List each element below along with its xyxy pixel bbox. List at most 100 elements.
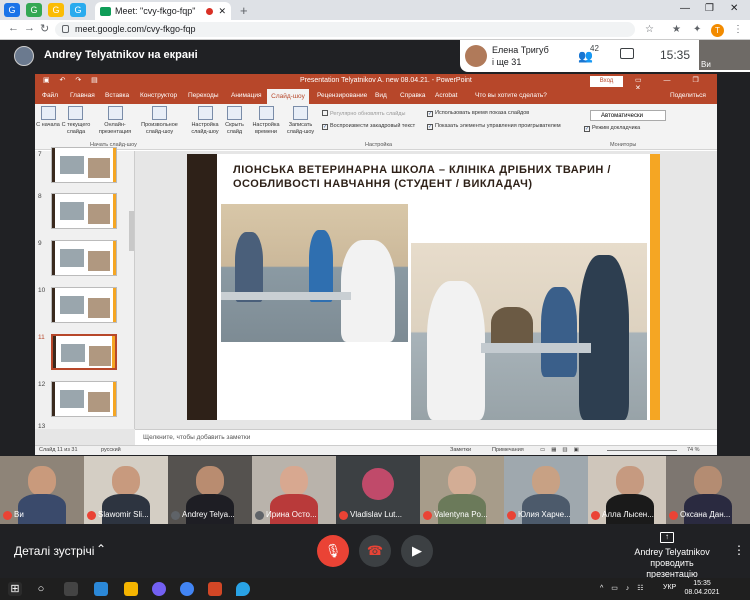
tab-acrobat[interactable]: Acrobat bbox=[435, 92, 457, 99]
search-icon[interactable]: ○ bbox=[34, 582, 48, 596]
tab-review[interactable]: Рецензирование bbox=[317, 92, 367, 99]
thumbs-scrollbar[interactable] bbox=[129, 211, 134, 251]
camera-toggle-button[interactable]: ▶ bbox=[401, 535, 433, 567]
zoom-level[interactable]: 74 % bbox=[687, 447, 700, 453]
participant-tile[interactable]: Slawomir Sli... bbox=[84, 456, 168, 524]
chrome-icon[interactable] bbox=[180, 582, 194, 596]
custom-show-icon[interactable] bbox=[152, 106, 167, 120]
tab-design[interactable]: Конструктор bbox=[140, 92, 177, 99]
tab-view[interactable]: Вид bbox=[375, 92, 387, 99]
chk-play-narrations[interactable]: ✓ Воспроизвести закадровый текст bbox=[322, 123, 415, 130]
more-options-icon[interactable]: ⋮ bbox=[733, 543, 745, 557]
profile-avatar[interactable]: T bbox=[711, 24, 724, 37]
record-icon[interactable] bbox=[293, 106, 308, 120]
powerpoint-icon[interactable] bbox=[208, 582, 222, 596]
notes-toggle[interactable]: Заметки bbox=[450, 447, 471, 453]
back-icon[interactable]: ← bbox=[8, 22, 19, 34]
url-input[interactable]: meet.google.com/cvy-fkgo-fqp bbox=[55, 22, 635, 37]
participant-tile[interactable]: Vladislav Lut... bbox=[336, 456, 420, 524]
chk-update-links[interactable]: Регулярно обновлять слайды bbox=[322, 110, 405, 117]
zoom-slider[interactable] bbox=[607, 450, 677, 451]
rehearse-icon[interactable] bbox=[259, 106, 274, 120]
setup-show-button[interactable]: Настройка слайд-шоу bbox=[189, 122, 221, 136]
mic-toggle-button[interactable]: 🎙 bbox=[317, 535, 349, 567]
online-present-button[interactable]: Онлайн-презентация bbox=[95, 122, 135, 136]
presenter-status[interactable]: Andrey Telyatnikov проводить презентацію bbox=[624, 547, 720, 580]
menu-icon[interactable]: ⋮ bbox=[733, 24, 743, 35]
slide-thumb-8[interactable] bbox=[51, 193, 117, 229]
close-tab-icon[interactable]: ✕ bbox=[218, 6, 226, 17]
from-start-icon[interactable] bbox=[41, 106, 56, 120]
from-start-button[interactable]: С начала bbox=[35, 122, 61, 129]
viber-icon[interactable] bbox=[152, 582, 166, 596]
slide-thumb-7[interactable] bbox=[51, 147, 117, 183]
hang-up-button[interactable]: ☎ bbox=[359, 535, 391, 567]
tab-help[interactable]: Справка bbox=[400, 92, 426, 99]
windows-start-icon[interactable]: ⊞ bbox=[8, 582, 22, 596]
quick-access-icons[interactable]: ▣ ↶ ↷ ▤ bbox=[43, 76, 102, 84]
tab-insert[interactable]: Вставка bbox=[105, 92, 129, 99]
minimize-icon[interactable]: — bbox=[680, 3, 690, 14]
comments-toggle[interactable]: Примечания bbox=[492, 447, 524, 453]
online-present-icon[interactable] bbox=[108, 106, 123, 120]
participant-tile[interactable]: Оксана Дан... bbox=[666, 456, 750, 524]
tab-home[interactable]: Главная bbox=[70, 92, 95, 99]
chk-show-controls[interactable]: ✓ Показать элементы управления проигрыват… bbox=[427, 123, 561, 130]
hide-slide-button[interactable]: Скрыть слайд bbox=[221, 122, 248, 136]
tab-slideshow[interactable]: Слайд-шоу bbox=[267, 89, 309, 104]
present-icon[interactable]: ↑ bbox=[660, 532, 674, 543]
tab-animation[interactable]: Анимация bbox=[231, 92, 262, 99]
login-button[interactable]: Вход bbox=[590, 76, 623, 87]
chk-use-timings[interactable]: ✓ Использовать время показа слайдов bbox=[427, 110, 529, 117]
pinned-tab-telegram-icon[interactable]: G bbox=[70, 3, 86, 17]
file-explorer-icon[interactable] bbox=[124, 582, 138, 596]
rehearse-button[interactable]: Настройка времени bbox=[249, 122, 283, 136]
setup-show-icon[interactable] bbox=[198, 106, 213, 120]
participant-tile[interactable]: Юлия Харче... bbox=[504, 456, 588, 524]
pinned-tab-grammarly-icon[interactable]: G bbox=[4, 3, 20, 17]
chevron-up-icon[interactable]: ⌃ bbox=[96, 542, 106, 556]
from-current-icon[interactable] bbox=[68, 106, 83, 120]
participants-summary[interactable]: Елена Тригуб і ще 31 bbox=[492, 44, 549, 68]
reload-icon[interactable]: ↻ bbox=[40, 22, 49, 35]
system-tray-icons[interactable]: ^ ▭ ♪ ☷ bbox=[600, 584, 647, 592]
edge-icon[interactable] bbox=[94, 582, 108, 596]
chat-icon[interactable] bbox=[620, 48, 634, 59]
meeting-details-button[interactable]: Деталі зустрічі bbox=[14, 544, 94, 558]
maximize-icon[interactable]: ❐ bbox=[705, 3, 714, 14]
slide-thumb-12[interactable] bbox=[51, 381, 117, 417]
from-current-button[interactable]: С текущего слайда bbox=[61, 122, 91, 136]
tab-file[interactable]: Файл bbox=[42, 92, 58, 99]
participant-tile[interactable]: Алла Лысен... bbox=[588, 456, 672, 524]
active-tab[interactable]: Meet: "cvy-fkgo-fqp" ✕ bbox=[95, 2, 231, 20]
task-view-icon[interactable] bbox=[64, 582, 78, 596]
pinned-tab-bulb-icon[interactable]: G bbox=[48, 3, 64, 17]
bookmark-star-icon[interactable]: ☆ bbox=[645, 24, 654, 35]
pinned-tab-icon[interactable]: G bbox=[26, 3, 42, 17]
taskbar-clock[interactable]: 15:35 08.04.2021 bbox=[682, 579, 722, 597]
slide-thumb-9[interactable] bbox=[51, 240, 117, 276]
self-video-tile[interactable]: Ви bbox=[699, 40, 750, 70]
drop-icon[interactable] bbox=[236, 582, 250, 596]
participant-tile[interactable]: Ви bbox=[0, 456, 84, 524]
notes-pane[interactable]: Щелкните, чтобы добавить заметки bbox=[135, 429, 717, 445]
slide-thumb-11[interactable] bbox=[51, 334, 117, 370]
chk-presenter-view[interactable]: ✓ Режим докладчика bbox=[584, 125, 640, 132]
hide-slide-icon[interactable] bbox=[227, 106, 242, 120]
forward-icon[interactable]: → bbox=[24, 22, 35, 34]
extensions-icon[interactable]: ✦ bbox=[693, 24, 701, 35]
custom-show-button[interactable]: Произвольное слайд-шоу bbox=[137, 122, 182, 136]
new-tab-button[interactable]: + bbox=[240, 3, 248, 18]
search-tell-me[interactable]: Что вы хотите сделать? bbox=[475, 92, 547, 99]
keyboard-language[interactable]: УКР bbox=[663, 584, 676, 591]
close-window-icon[interactable]: ✕ bbox=[730, 3, 738, 14]
tab-transitions[interactable]: Переходы bbox=[188, 92, 219, 99]
participant-tile[interactable]: Ирина Осто... bbox=[252, 456, 336, 524]
slide-thumb-10[interactable] bbox=[51, 287, 117, 323]
participant-tile[interactable]: Andrey Telya... bbox=[168, 456, 252, 524]
status-language[interactable]: русский bbox=[101, 447, 121, 453]
view-buttons[interactable]: ▭▦▥▣ bbox=[540, 447, 585, 453]
share-button[interactable]: Поделиться bbox=[670, 92, 706, 99]
participant-tile[interactable]: Valentyna Po... bbox=[420, 456, 504, 524]
current-slide[interactable]: ЛІОНСЬКА ВЕТЕРИНАРНА ШКОЛА – КЛІНІКА ДРІ… bbox=[187, 154, 660, 420]
